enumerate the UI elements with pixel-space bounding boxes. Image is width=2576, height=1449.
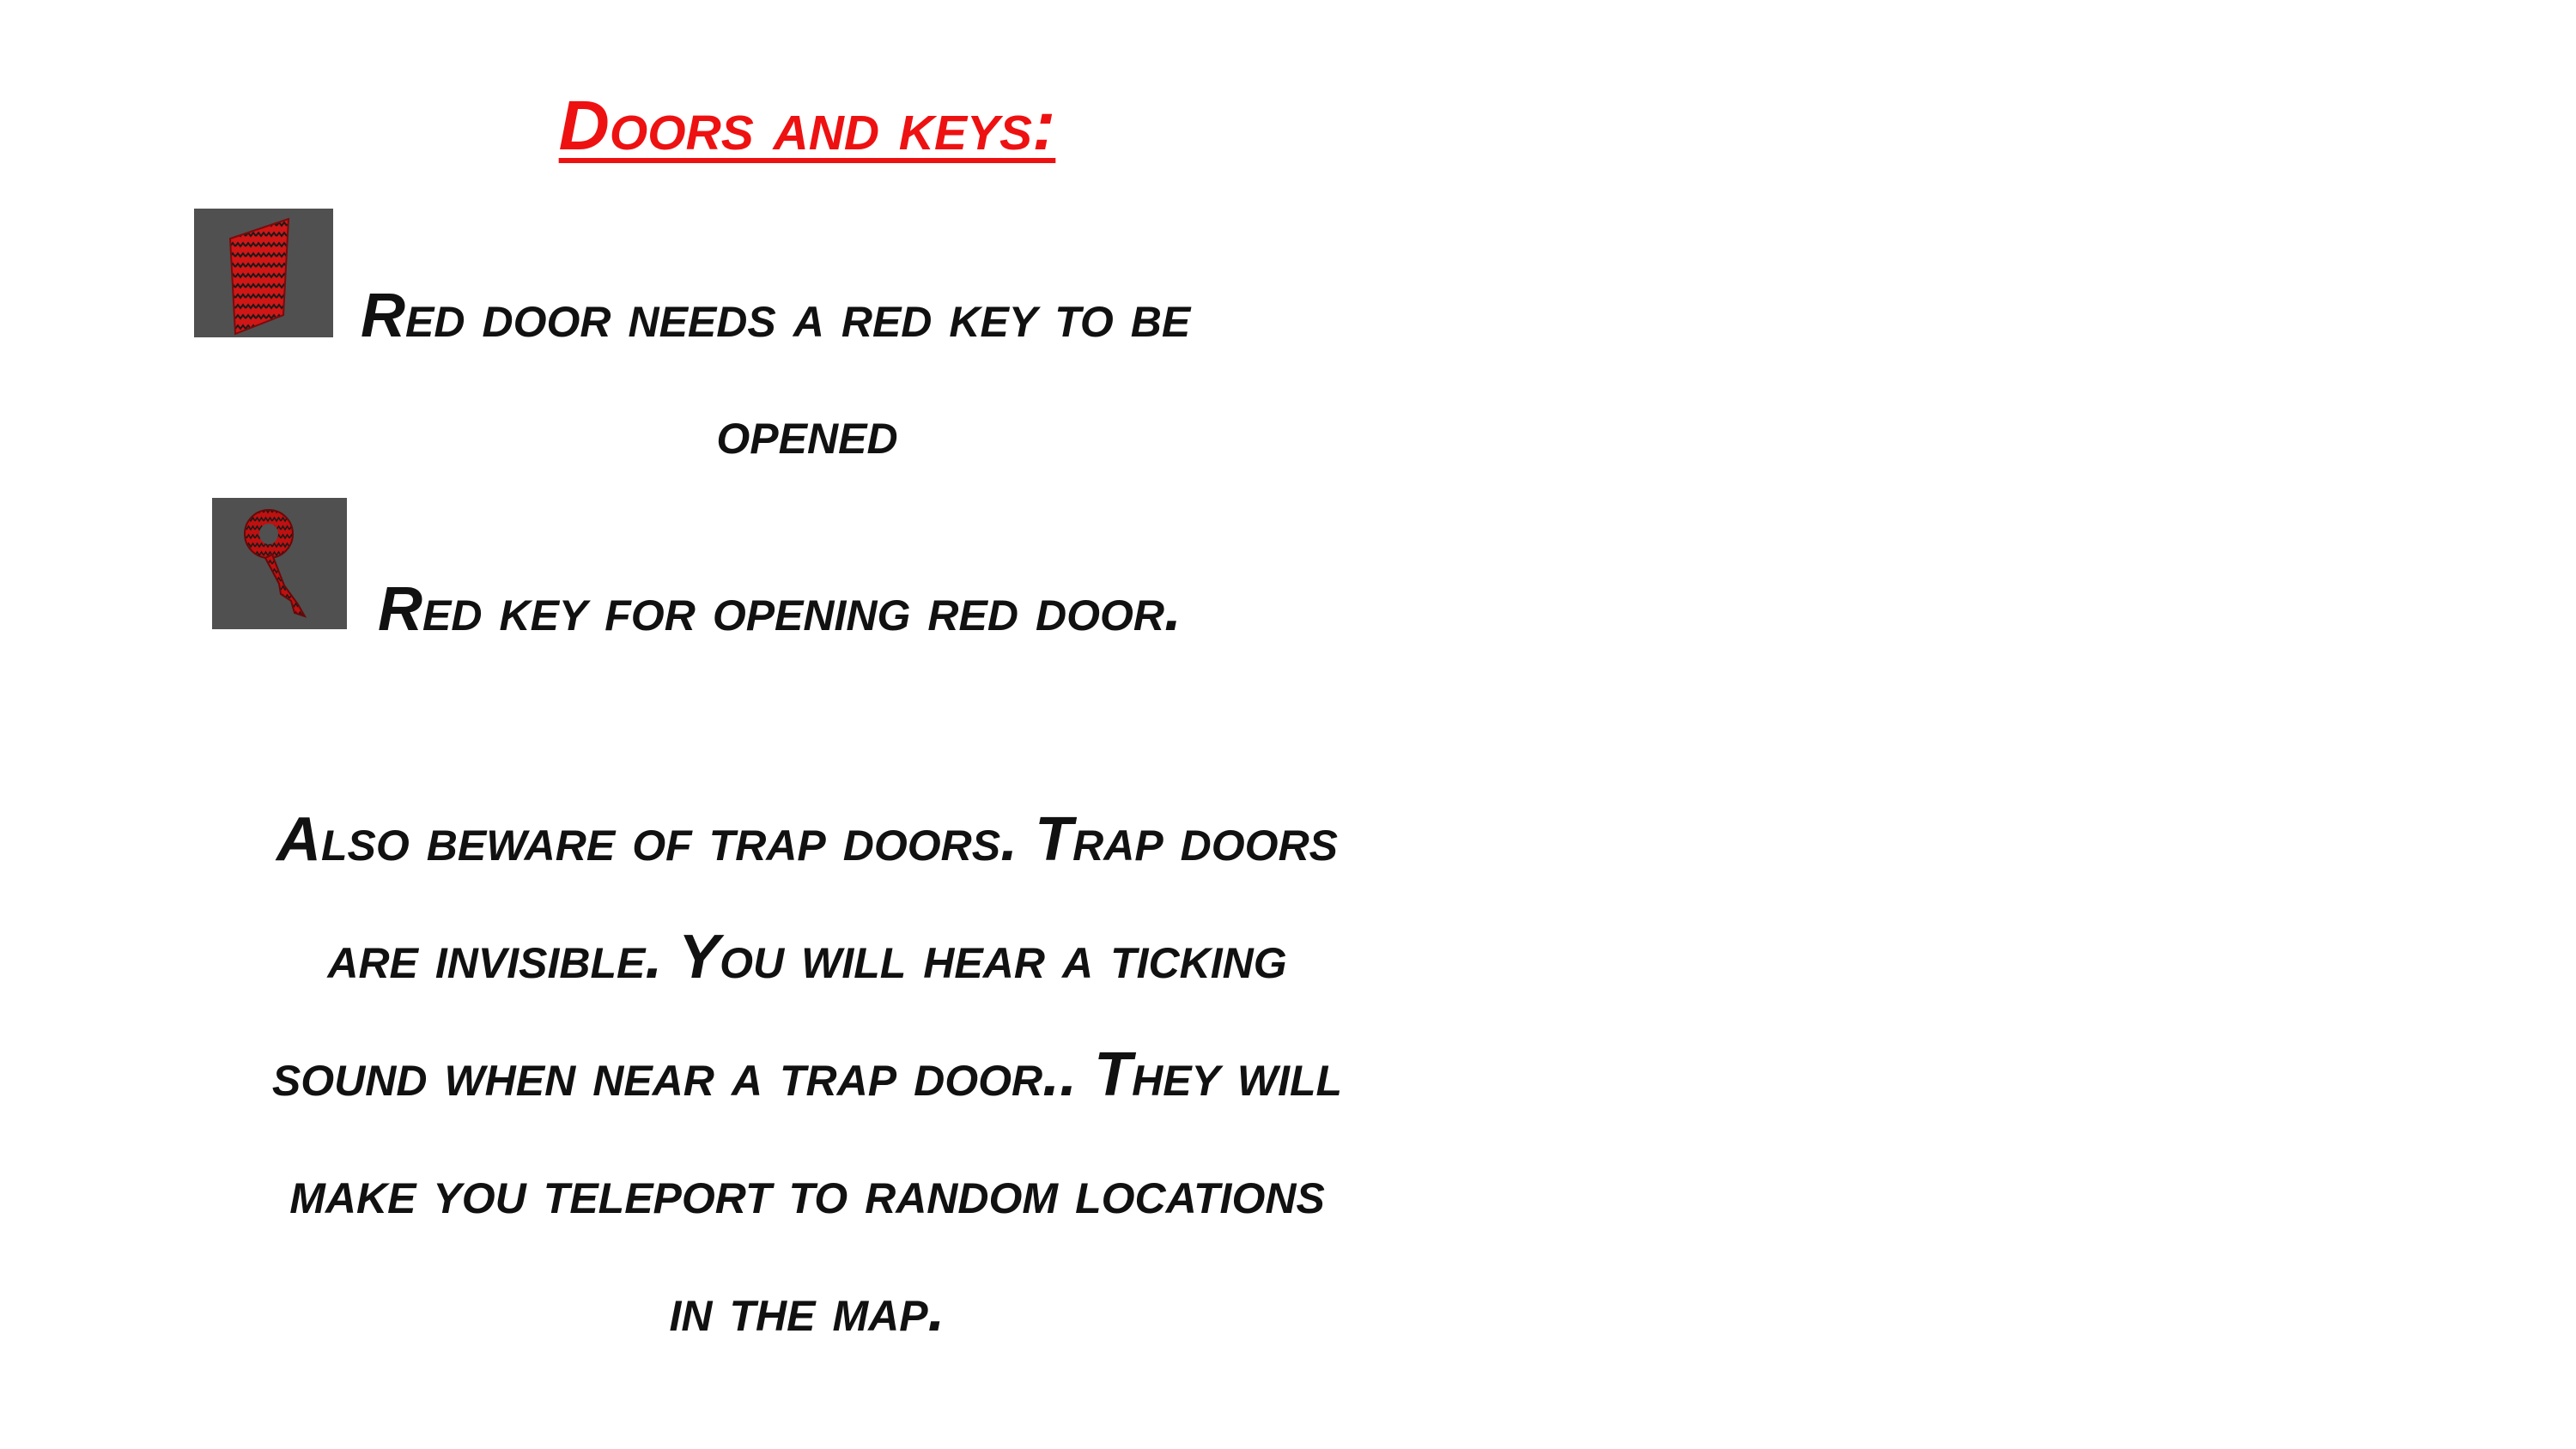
page-title: Doors and keys: bbox=[558, 87, 1056, 165]
trap-door-warning: Also beware of trap doors. Trap doors ar… bbox=[86, 781, 1528, 1369]
warning-line: are invisible. You will hear a ticking bbox=[327, 923, 1287, 991]
warning-line: Also beware of trap doors. Trap doors bbox=[276, 805, 1339, 874]
red-door-description: Red door needs a red key to be bbox=[361, 282, 1191, 350]
warning-line: in the map. bbox=[669, 1276, 945, 1344]
warning-line: sound when near a trap door.. They will bbox=[271, 1040, 1343, 1109]
warning-line: make you teleport to random locations bbox=[289, 1158, 1325, 1227]
instructions-page: Doors and keys: Red door needs a red key… bbox=[0, 0, 2576, 1449]
red-key-icon bbox=[212, 498, 347, 629]
red-door-description-cont: opened bbox=[716, 398, 898, 467]
red-key-description: Red key for opening red door. bbox=[378, 575, 1182, 644]
red-door-icon bbox=[194, 209, 333, 337]
